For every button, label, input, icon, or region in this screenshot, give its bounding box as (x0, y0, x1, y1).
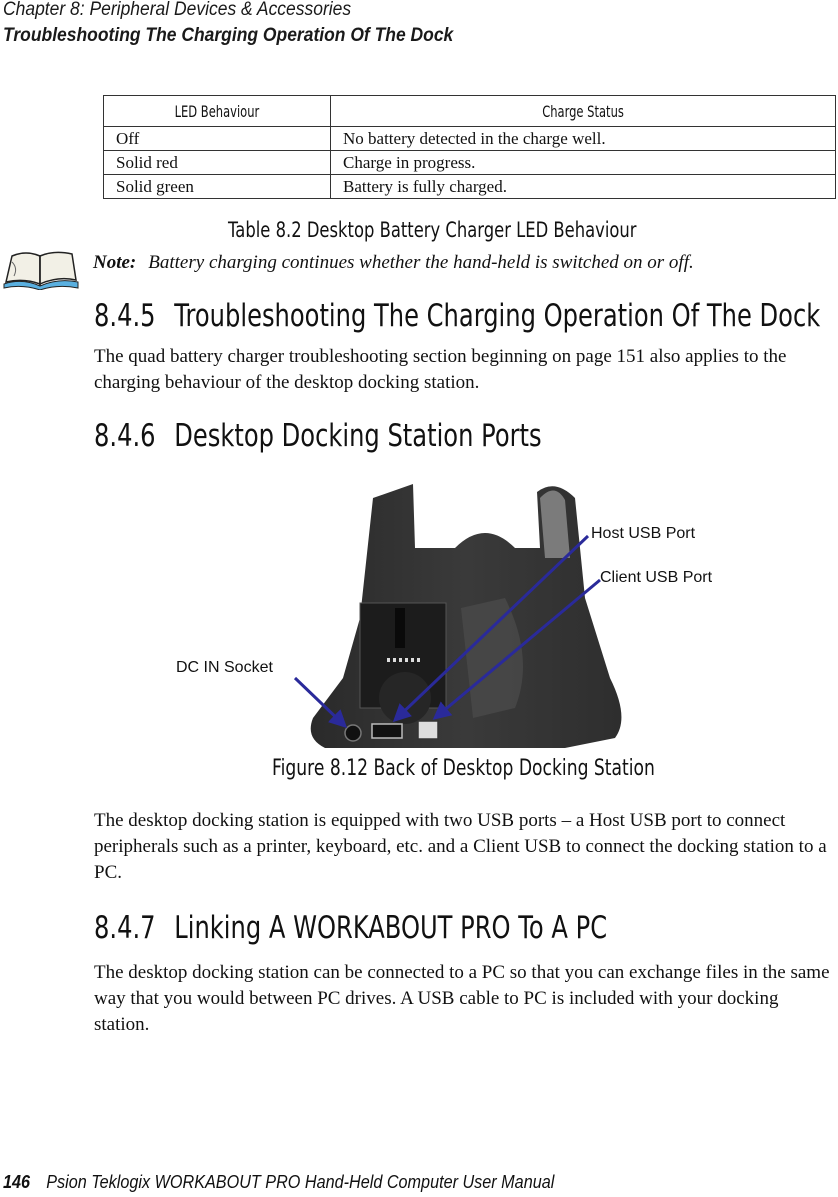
table-row: Solid red Charge in progress. (103, 150, 836, 175)
note-label: Note: (93, 252, 137, 273)
paragraph: The quad battery charger troubleshooting… (94, 346, 787, 393)
dc-in-socket (344, 724, 362, 742)
page-footer: 146 Psion Teklogix WORKABOUT PRO Hand-Hel… (3, 1172, 554, 1193)
open-book-icon (3, 251, 79, 290)
section-heading: 8.4.5 Troubleshooting The Charging Operat… (94, 298, 821, 334)
table-cell: No battery detected in the charge well. (330, 126, 836, 151)
chapter-header: Chapter 8: Peripheral Devices & Accessor… (3, 0, 352, 20)
paragraph: The desktop docking station can be conne… (94, 962, 830, 1035)
table-caption: Table 8.2 Desktop Battery Charger LED Be… (228, 218, 637, 242)
host-usb-port (371, 723, 403, 739)
section-heading: 8.4.6 Desktop Docking Station Ports (94, 418, 542, 454)
paragraph: The desktop docking station is equipped … (94, 810, 827, 883)
section-header: Troubleshooting The Charging Operation O… (3, 25, 454, 46)
table-header-row: LED Behaviour Charge Status (103, 95, 836, 127)
client-usb-port (417, 720, 439, 740)
table-cell: Battery is fully charged. (330, 174, 836, 199)
figure-caption: Figure 8.12 Back of Desktop Docking Stat… (272, 756, 655, 781)
section-heading: 8.4.7 Linking A WORKABOUT PRO To A PC (94, 910, 608, 946)
table-row: Solid green Battery is fully charged. (103, 174, 836, 199)
callout-dc-in: DC IN Socket (176, 659, 273, 676)
docking-station-figure (293, 484, 622, 748)
manual-title: Psion Teklogix WORKABOUT PRO Hand-Held C… (46, 1172, 555, 1192)
table-cell: Solid green (103, 174, 331, 199)
table-cell: Off (103, 126, 331, 151)
column-header: LED Behaviour (103, 95, 331, 127)
table-cell: Charge in progress. (330, 150, 836, 175)
table-cell: Solid red (103, 150, 331, 175)
callout-client-usb: Client USB Port (600, 569, 713, 586)
callout-host-usb: Host USB Port (591, 525, 696, 542)
led-behaviour-table: LED Behaviour Charge Status Off No batte… (103, 95, 836, 199)
page-number: 146 (3, 1172, 31, 1192)
column-header: Charge Status (330, 95, 836, 127)
note-text: Battery charging continues whether the h… (148, 252, 694, 273)
table-row: Off No battery detected in the charge we… (103, 126, 836, 151)
note: Note: Battery charging continues whether … (93, 252, 694, 274)
